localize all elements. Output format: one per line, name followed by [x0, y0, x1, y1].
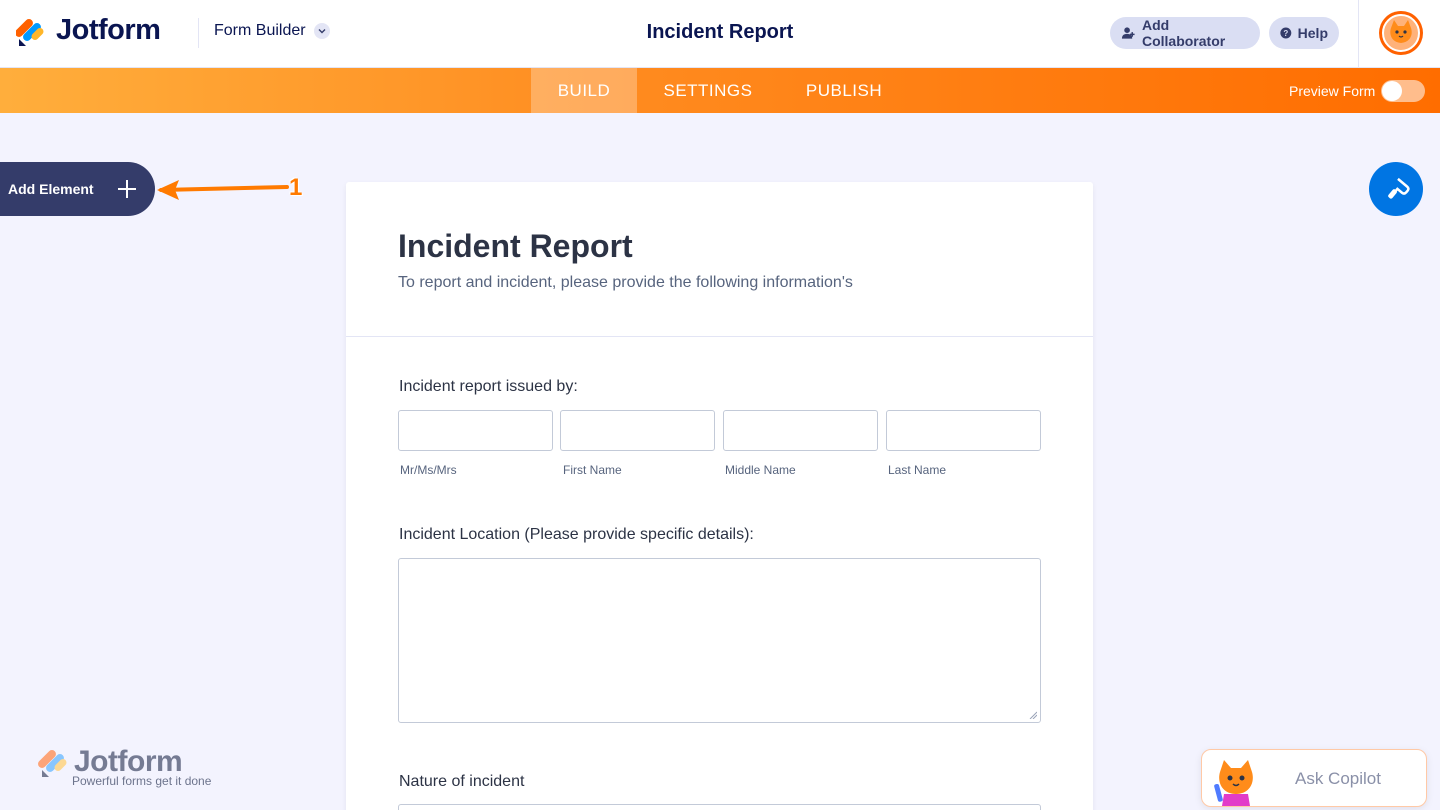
- form-builder-label: Form Builder: [214, 22, 306, 39]
- resize-handle-icon[interactable]: [1029, 711, 1037, 719]
- question-circle-icon: ?: [1280, 27, 1292, 39]
- nature-input[interactable]: [398, 804, 1041, 810]
- question-label-location[interactable]: Incident Location (Please provide specif…: [399, 526, 754, 544]
- page-title[interactable]: Incident Report: [647, 21, 794, 43]
- chevron-down-icon: [313, 23, 330, 39]
- prefix-sublabel: Mr/Ms/Mrs: [400, 463, 457, 477]
- tab-publish[interactable]: PUBLISH: [790, 68, 898, 113]
- first-name-sublabel: First Name: [563, 463, 622, 477]
- preview-form-toggle[interactable]: [1381, 80, 1425, 102]
- preview-form-label: Preview Form: [1289, 83, 1376, 99]
- annotation-number: 1: [289, 174, 303, 201]
- last-name-sublabel: Last Name: [888, 463, 947, 477]
- prefix-input[interactable]: [398, 410, 553, 451]
- form-title[interactable]: Incident Report: [398, 228, 633, 265]
- watermark-tagline: Powerful forms get it done: [72, 774, 212, 788]
- help-button[interactable]: ? Help: [1269, 17, 1339, 49]
- cat-avatar-icon: [1382, 14, 1420, 52]
- form-header[interactable]: Incident Report To report and incident, …: [346, 182, 1093, 337]
- add-collaborator-button[interactable]: Add Collaborator: [1110, 17, 1260, 49]
- location-textarea[interactable]: [398, 558, 1041, 723]
- question-label-nature[interactable]: Nature of incident: [399, 773, 524, 791]
- tab-build[interactable]: BUILD: [531, 68, 637, 113]
- divider: [198, 18, 199, 48]
- divider: [1358, 0, 1359, 68]
- avatar[interactable]: [1379, 11, 1423, 55]
- svg-text:?: ?: [1283, 29, 1288, 38]
- annotation-arrow-icon: [157, 180, 289, 200]
- middle-name-sublabel: Middle Name: [725, 463, 796, 477]
- add-user-icon: [1121, 27, 1135, 39]
- paint-roller-icon: [1388, 177, 1410, 199]
- tab-settings[interactable]: SETTINGS: [650, 68, 766, 113]
- jotform-logo-icon: [38, 750, 67, 777]
- form-canvas: Incident Report To report and incident, …: [346, 182, 1093, 810]
- add-element-button[interactable]: Add Element: [0, 162, 155, 216]
- plus-icon: [118, 180, 136, 198]
- middle-name-input[interactable]: [723, 410, 878, 451]
- builder-nav: BUILD SETTINGS PUBLISH: [0, 68, 1440, 113]
- add-collaborator-label: Add Collaborator: [1141, 17, 1226, 49]
- ask-copilot-button[interactable]: Ask Copilot: [1201, 749, 1427, 807]
- question-label-issued-by[interactable]: Incident report issued by:: [399, 378, 578, 396]
- top-header: Jotform Form Builder Incident Report Add…: [0, 0, 1440, 68]
- ask-copilot-label: Ask Copilot: [1295, 769, 1381, 788]
- form-designer-button[interactable]: [1369, 162, 1423, 216]
- toggle-knob: [1382, 81, 1402, 101]
- jotform-logo[interactable]: Jotform: [16, 14, 161, 47]
- copilot-cat-icon: [1214, 760, 1253, 806]
- form-subtitle[interactable]: To report and incident, please provide t…: [398, 274, 853, 292]
- first-name-input[interactable]: [560, 410, 715, 451]
- jotform-logo-icon: [16, 18, 44, 46]
- last-name-input[interactable]: [886, 410, 1041, 451]
- add-element-label: Add Element: [8, 181, 94, 197]
- form-builder-dropdown[interactable]: Form Builder: [214, 22, 330, 40]
- help-label: Help: [1297, 25, 1328, 41]
- logo-text: Jotform: [56, 14, 161, 46]
